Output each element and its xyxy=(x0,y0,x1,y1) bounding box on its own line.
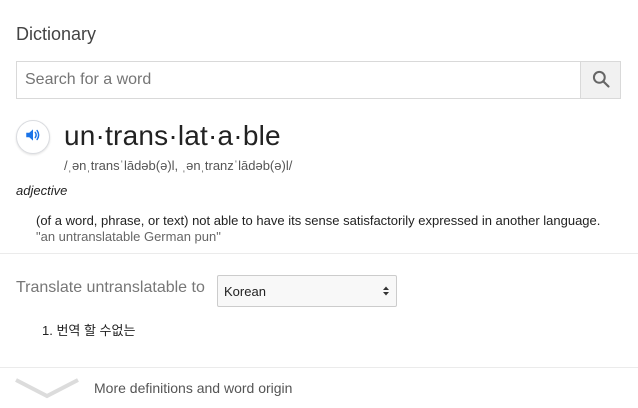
speaker-icon xyxy=(24,126,42,149)
search-button[interactable] xyxy=(580,62,620,98)
pronunciation-audio-button[interactable] xyxy=(16,120,50,154)
select-arrows-icon xyxy=(382,285,390,297)
chevron-down-icon xyxy=(14,376,80,405)
selected-language: Korean xyxy=(224,283,266,299)
language-select[interactable]: Korean xyxy=(217,275,397,307)
translation-item: 1. 번역 할 수없는 xyxy=(42,323,136,338)
part-of-speech: adjective xyxy=(16,183,68,198)
search-icon xyxy=(591,69,611,92)
search-input[interactable] xyxy=(17,62,580,98)
phonetic-transcription: /ˌənˌtransˈlādəb(ə)l, ˌənˌtranzˈlādəb(ə)… xyxy=(64,158,293,173)
search-bar xyxy=(16,61,621,99)
headword: un·trans·lat·a·ble xyxy=(64,120,281,151)
more-definitions-label: More definitions and word origin xyxy=(94,380,293,396)
example-sentence: "an untranslatable German pun" xyxy=(36,229,221,244)
dictionary-card: Dictionary un·trans·lat·a·ble /ˌənˌtrans… xyxy=(0,0,638,408)
definition-text: (of a word, phrase, or text) not able to… xyxy=(36,213,601,228)
divider xyxy=(0,253,638,254)
card-title: Dictionary xyxy=(16,24,97,44)
translate-label: Translate untranslatable to xyxy=(16,279,205,296)
more-definitions-link[interactable]: More definitions and word origin xyxy=(0,368,638,408)
